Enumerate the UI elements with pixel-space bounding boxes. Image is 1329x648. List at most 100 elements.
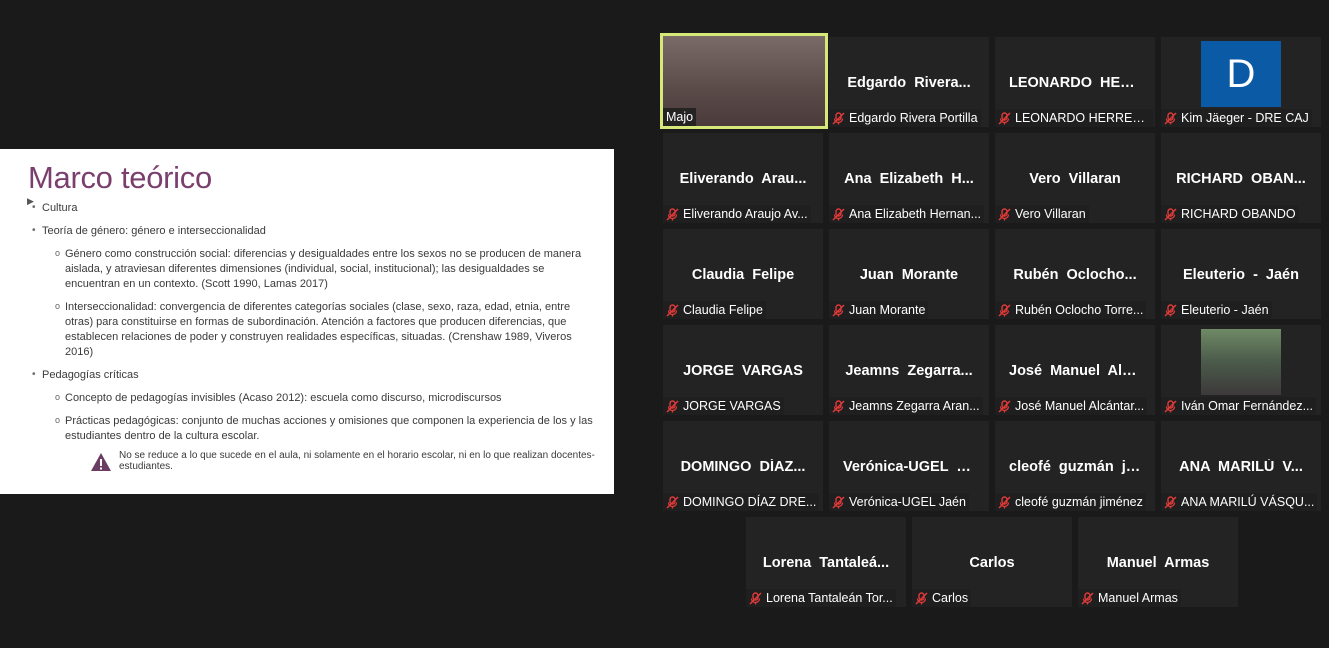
participant-tile[interactable]: RICHARD OBAN... RICHARD OBANDO <box>1161 133 1321 223</box>
participant-name-label: Eliverando Araujo Av... <box>663 205 811 223</box>
participant-tile[interactable]: Edgardo Rivera... Edgardo Rivera Portilla <box>829 37 989 127</box>
participant-label-text: Iván Omar Fernández... <box>1181 399 1314 413</box>
participant-name-label: DOMINGO DÍAZ DRE... <box>663 493 820 511</box>
participant-label-text: LEONARDO HERRER... <box>1015 111 1150 125</box>
participant-label-text: Verónica-UGEL Jaén <box>849 495 966 509</box>
participant-display-name: Vero Villaran <box>1029 171 1121 187</box>
participant-label-text: Juan Morante <box>849 303 926 317</box>
participant-name-label: Lorena Tantaleán Tor... <box>746 589 896 607</box>
participant-name-label: Claudia Felipe <box>663 301 766 319</box>
participant-display-name: Eleuterio - Jaén <box>1183 267 1299 283</box>
participant-display-name: Lorena Tantaleá... <box>762 555 890 571</box>
participant-tile[interactable]: cleofé guzmán ji... cleofé guzmán jiménez <box>995 421 1155 511</box>
participant-tile[interactable]: LEONARDO HER... LEONARDO HERRER... <box>995 37 1155 127</box>
muted-mic-icon <box>749 591 762 605</box>
participant-tile[interactable]: Rubén Oclocho... Rubén Oclocho Torre... <box>995 229 1155 319</box>
participant-name-label: RICHARD OBANDO <box>1161 205 1299 223</box>
warning-icon <box>91 453 111 471</box>
slide-bullets: Cultura Teoría de género: género e inter… <box>28 201 596 444</box>
participant-name-label: Eleuterio - Jaén <box>1161 301 1272 319</box>
participant-tile[interactable]: Vero Villaran Vero Villaran <box>995 133 1155 223</box>
shared-screen-slide: Marco teórico ▶ Cultura Teoría de género… <box>0 149 614 494</box>
participant-label-text: Jeamns Zegarra Aran... <box>849 399 980 413</box>
muted-mic-icon <box>666 399 679 413</box>
participant-label-text: DOMINGO DÍAZ DRE... <box>683 495 817 509</box>
bullet-ped-sub1: Concepto de pedagogías invisibles (Acaso… <box>28 390 596 406</box>
bullet-genero-sub1: Género como construcción social: diferen… <box>28 246 596 292</box>
bullet-genero: Teoría de género: género e intersecciona… <box>28 224 596 238</box>
bullet-ped-sub2: Prácticas pedagógicas: conjunto de mucha… <box>28 413 596 444</box>
muted-mic-icon <box>1164 303 1177 317</box>
participant-name-label: LEONARDO HERRER... <box>995 109 1153 127</box>
participant-label-text: Eleuterio - Jaén <box>1181 303 1269 317</box>
participant-tile[interactable]: Jeamns Zegarra... Jeamns Zegarra Aran... <box>829 325 989 415</box>
participant-tile[interactable]: Juan Morante Juan Morante <box>829 229 989 319</box>
participant-tile[interactable]: Majo <box>660 33 828 129</box>
muted-mic-icon <box>998 399 1011 413</box>
warning-note: No se reduce a lo que sucede en el aula,… <box>28 450 596 472</box>
muted-mic-icon <box>666 303 679 317</box>
muted-mic-icon <box>832 111 845 125</box>
muted-mic-icon <box>998 303 1011 317</box>
participant-display-name: RICHARD OBAN... <box>1176 171 1306 187</box>
participant-display-name: cleofé guzmán ji... <box>1009 459 1142 475</box>
bullet-cultura: Cultura <box>28 201 596 215</box>
participant-name-label: Vero Villaran <box>995 205 1089 223</box>
participant-tile[interactable]: ANA MARILÚ V... ANA MARILÚ VÁSQU... <box>1161 421 1321 511</box>
participant-tile[interactable]: Lorena Tantaleá... Lorena Tantaleán Tor..… <box>746 517 906 607</box>
participant-name-label: Manuel Armas <box>1078 589 1181 607</box>
participant-label-text: Kim Jäeger - DRE CAJ <box>1181 111 1309 125</box>
participant-tile[interactable]: Carlos Carlos <box>912 517 1072 607</box>
participant-display-name: ANA MARILÚ V... <box>1179 459 1303 475</box>
muted-mic-icon <box>832 495 845 509</box>
participant-tile[interactable]: DOMINGO DÍAZ... DOMINGO DÍAZ DRE... <box>663 421 823 511</box>
participant-name-label: JORGE VARGAS <box>663 397 784 415</box>
muted-mic-icon <box>666 495 679 509</box>
participant-label-text: Carlos <box>932 591 969 605</box>
participant-tile[interactable]: Iván Omar Fernández... <box>1161 325 1321 415</box>
participant-label-text: Edgardo Rivera Portilla <box>849 111 978 125</box>
participant-tile[interactable]: Claudia Felipe Claudia Felipe <box>663 229 823 319</box>
participant-tile[interactable]: Ana Elizabeth H... Ana Elizabeth Hernan..… <box>829 133 989 223</box>
participant-tile[interactable]: José Manuel Alc... José Manuel Alcántar..… <box>995 325 1155 415</box>
muted-mic-icon <box>998 495 1011 509</box>
muted-mic-icon <box>915 591 928 605</box>
participant-name-label: Verónica-UGEL Jaén <box>829 493 969 511</box>
participant-display-name: Carlos <box>969 555 1015 571</box>
participant-name-label: Kim Jäeger - DRE CAJ <box>1161 109 1312 127</box>
participant-name-label: cleofé guzmán jiménez <box>995 493 1146 511</box>
participant-name-label: Majo <box>663 108 697 126</box>
participant-display-name: José Manuel Alc... <box>1009 363 1143 379</box>
participant-tile[interactable]: Verónica-UGEL J... Verónica-UGEL Jaén <box>829 421 989 511</box>
participant-photo <box>1201 329 1281 395</box>
participant-display-name: Rubén Oclocho... <box>1013 267 1137 283</box>
participant-display-name: JORGE VARGAS <box>683 363 803 379</box>
participant-display-name: Claudia Felipe <box>691 267 795 283</box>
bullet-pedagogias: Pedagogías críticas <box>28 368 596 382</box>
participant-display-name: Juan Morante <box>859 267 959 283</box>
participant-tile[interactable]: JORGE VARGAS JORGE VARGAS <box>663 325 823 415</box>
warning-text: No se reduce a lo que sucede en el aula,… <box>119 450 595 472</box>
participant-label-text: Lorena Tantaleán Tor... <box>766 591 893 605</box>
slide-title: Marco teórico <box>28 160 212 195</box>
participant-label-text: RICHARD OBANDO <box>1181 207 1296 221</box>
participant-tile[interactable]: Manuel Armas Manuel Armas <box>1078 517 1238 607</box>
participant-label-text: Majo <box>666 110 694 124</box>
participant-name-label: Carlos <box>912 589 972 607</box>
participant-label-text: Eliverando Araujo Av... <box>683 207 808 221</box>
participant-name-label: Edgardo Rivera Portilla <box>829 109 981 127</box>
muted-mic-icon <box>832 207 845 221</box>
muted-mic-icon <box>1164 495 1177 509</box>
participant-display-name: Ana Elizabeth H... <box>844 171 974 187</box>
muted-mic-icon <box>832 399 845 413</box>
participant-label-text: Claudia Felipe <box>683 303 763 317</box>
participant-tile[interactable]: Eliverando Arau... Eliverando Araujo Av..… <box>663 133 823 223</box>
muted-mic-icon <box>1164 111 1177 125</box>
participant-name-label: Juan Morante <box>829 301 929 319</box>
participant-label-text: Vero Villaran <box>1015 207 1086 221</box>
muted-mic-icon <box>1164 207 1177 221</box>
participant-tile[interactable]: D Kim Jäeger - DRE CAJ <box>1161 37 1321 127</box>
muted-mic-icon <box>998 207 1011 221</box>
participant-name-label: Rubén Oclocho Torre... <box>995 301 1147 319</box>
participant-tile[interactable]: Eleuterio - Jaén Eleuterio - Jaén <box>1161 229 1321 319</box>
